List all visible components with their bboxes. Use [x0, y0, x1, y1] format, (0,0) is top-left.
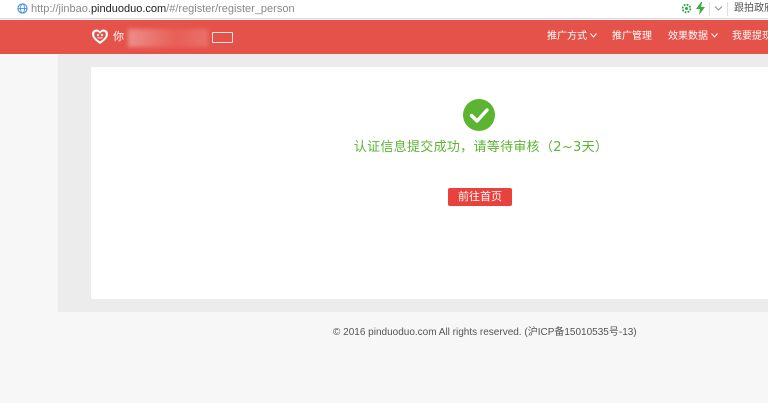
gear-icon[interactable]	[681, 3, 692, 14]
bookmark-link[interactable]: 跟拍政府	[734, 1, 768, 17]
nav-label: 推广管理	[612, 31, 652, 42]
nav-performance-data[interactable]: 效果数据	[668, 29, 718, 45]
footer-copyright: © 2016 pinduoduo.com All rights reserved…	[333, 327, 637, 338]
chevron-down-icon	[711, 33, 718, 38]
address-url[interactable]: http://jinbao.pinduoduo.com/#/register/r…	[31, 1, 295, 17]
nav-withdraw[interactable]: 我要提现	[732, 29, 768, 45]
chevron-down-icon[interactable]	[714, 5, 723, 12]
nav-label: 推广方式	[547, 31, 587, 42]
browser-address-bar[interactable]: http://jinbao.pinduoduo.com/#/register/r…	[0, 0, 768, 19]
nav-label: 我要提现	[732, 31, 768, 42]
redacted-username	[128, 29, 208, 47]
site-header: 你 推广方式 推广管理 效果数据 我要提现	[0, 20, 768, 54]
globe-icon	[17, 3, 28, 14]
check-circle-icon	[463, 99, 495, 131]
chevron-down-icon	[590, 33, 597, 38]
url-path: /#/register/register_person	[166, 3, 295, 15]
nav-promotion-methods[interactable]: 推广方式	[547, 29, 597, 45]
logout-button[interactable]	[212, 32, 233, 43]
go-to-homepage-button[interactable]: 前往首页	[448, 188, 512, 206]
url-prefix: http://jinbao.	[31, 3, 91, 15]
divider	[709, 2, 710, 16]
lightning-icon[interactable]	[696, 2, 705, 15]
result-card	[91, 67, 768, 299]
success-message: 认证信息提交成功，请等待审核（2~3天）	[353, 140, 609, 155]
nav-promotion-management[interactable]: 推广管理	[612, 29, 652, 45]
url-domain: pinduoduo.com	[90, 3, 167, 15]
nav-label: 效果数据	[668, 31, 708, 42]
user-greeting: 你	[113, 30, 124, 43]
divider	[727, 2, 728, 16]
pinduoduo-logo-icon[interactable]	[91, 28, 109, 46]
